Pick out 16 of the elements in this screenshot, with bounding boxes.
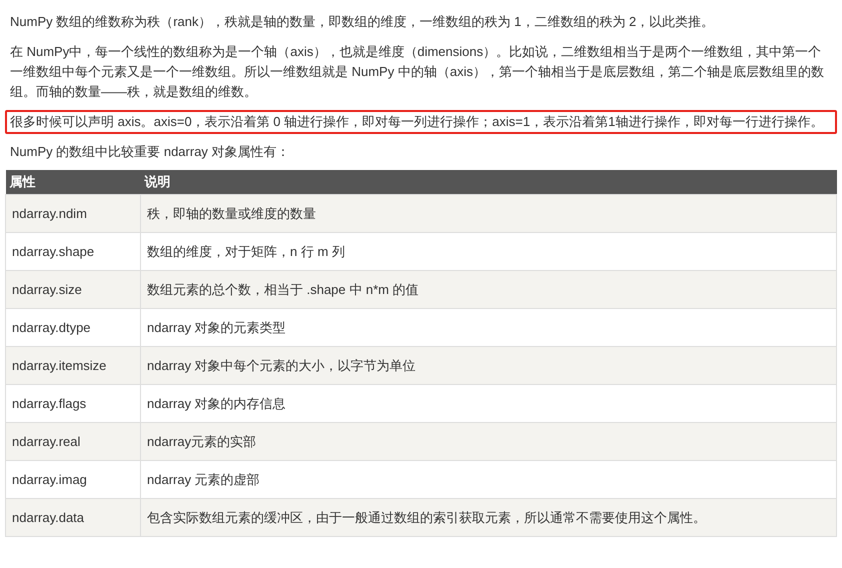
table-cell: ndarray.data [6, 498, 140, 536]
highlighted-paragraph: 很多时候可以声明 axis。axis=0，表示沿着第 0 轴进行操作，即对每一列进行操作；axis=1，表示沿着第1轴进行操作，即对每一行进行操作。 [5, 110, 837, 134]
table-cell: ndarray.itemsize [6, 346, 140, 384]
table-cell: ndarray.size [6, 270, 140, 308]
table-cell: ndarray.real [6, 422, 140, 460]
paragraph: NumPy 的数组中比较重要 ndarray 对象属性有： [9, 143, 291, 161]
table-cell: ndarray 对象中每个元素的大小，以字节为单位 [140, 346, 836, 384]
paragraph: NumPy 数组的维数称为秩（rank），秩就是轴的数量，即数组的维度，一维数组的秩为 1，二维数组的秩为 2，以此类推。 [9, 13, 716, 31]
column-header: 属性 [6, 170, 140, 194]
paragraph: 在 NumPy中，每一个线性的数组称为是一个轴（axis），也就是维度（dimensions）。比如说，二维数组相当于是两个一维数组，其中第一个一维数组中每个元素又是一个一维数组。所以一维数组就是 NumPy 中的轴（axis），第一个轴相当于是底层数组，第二个轴是底层数组里的数组。而轴的数量——秩，就是数组的维数。 [9, 43, 825, 101]
table-cell: 秩，即轴的数量或维度的数量 [140, 194, 836, 232]
table-cell: 数组元素的总个数，相当于 .shape 中 n*m 的值 [140, 270, 836, 308]
table-cell: ndarray元素的实部 [140, 422, 836, 460]
table-cell: ndarray.ndim [6, 194, 140, 232]
column-header: 说明 [140, 170, 836, 194]
table-cell: 包含实际数组元素的缓冲区，由于一般通过数组的索引获取元素，所以通常不需要使用这个属性。 [140, 498, 836, 536]
